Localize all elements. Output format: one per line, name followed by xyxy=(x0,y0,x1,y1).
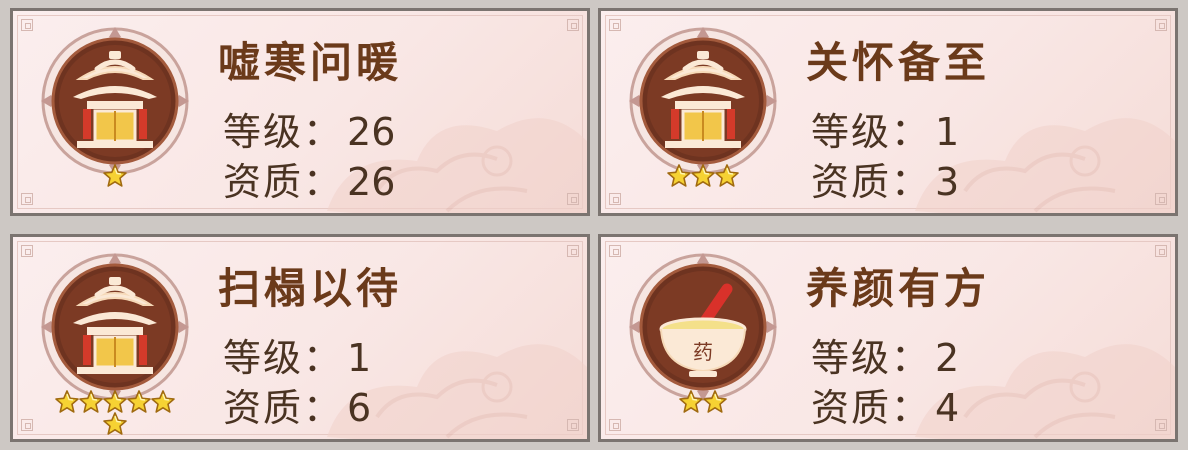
corner-ornament-icon xyxy=(21,193,33,205)
separator: ： xyxy=(303,110,342,154)
star-rating xyxy=(35,411,195,439)
level-row: 等级： 1 xyxy=(223,327,371,382)
corner-ornament-icon xyxy=(609,245,621,257)
quality-value: 6 xyxy=(347,386,372,430)
corner-ornament-icon xyxy=(567,245,579,257)
quality-label: 资质 xyxy=(223,160,304,204)
medicine-bowl-icon: 药 xyxy=(623,247,783,407)
star-icon xyxy=(102,163,128,189)
quality-row: 资质： 6 xyxy=(223,377,371,432)
skill-title: 养颜有方 xyxy=(806,264,991,313)
quality-row: 资质： 3 xyxy=(811,151,959,206)
skill-grid: 嘘寒问暖 等级： 26 资质： 26 关怀备至 等级： 1 资质： 3 扫榻以待 等级： 1 资质： 6 药养… xyxy=(0,0,1188,450)
level-value: 1 xyxy=(935,110,960,154)
quality-row: 资质： 4 xyxy=(811,377,959,432)
separator: ： xyxy=(891,160,930,204)
corner-ornament-icon xyxy=(1155,419,1167,431)
corner-ornament-icon xyxy=(21,419,33,431)
pavilion-icon xyxy=(35,247,195,407)
quality-value: 4 xyxy=(935,386,960,430)
star-icon xyxy=(702,389,728,415)
corner-ornament-icon xyxy=(609,193,621,205)
level-label: 等级 xyxy=(811,336,892,380)
skill-title: 扫榻以待 xyxy=(218,264,403,313)
corner-ornament-icon xyxy=(567,193,579,205)
quality-label: 资质 xyxy=(811,160,892,204)
pavilion-icon xyxy=(623,21,783,181)
corner-ornament-icon xyxy=(567,19,579,31)
corner-ornament-icon xyxy=(567,419,579,431)
star-rating xyxy=(623,163,783,192)
separator: ： xyxy=(891,386,930,430)
separator: ： xyxy=(891,336,930,380)
star-icon xyxy=(678,389,704,415)
skill-card[interactable]: 嘘寒问暖 等级： 26 资质： 26 xyxy=(10,8,590,216)
separator: ： xyxy=(891,110,930,154)
skill-title: 关怀备至 xyxy=(806,38,991,87)
skill-card[interactable]: 关怀备至 等级： 1 资质： 3 xyxy=(598,8,1178,216)
star-icon xyxy=(690,163,716,189)
corner-ornament-icon xyxy=(21,19,33,31)
star-icon xyxy=(666,163,692,189)
level-value: 1 xyxy=(347,336,372,380)
quality-label: 资质 xyxy=(811,386,892,430)
skill-card[interactable]: 扫榻以待 等级： 1 资质： 6 xyxy=(10,234,590,442)
level-label: 等级 xyxy=(223,336,304,380)
level-value: 2 xyxy=(935,336,960,380)
separator: ： xyxy=(303,386,342,430)
quality-label: 资质 xyxy=(223,386,304,430)
quality-value: 26 xyxy=(347,160,396,204)
level-row: 等级： 2 xyxy=(811,327,959,382)
level-row: 等级： 1 xyxy=(811,101,959,156)
corner-ornament-icon xyxy=(1155,19,1167,31)
corner-ornament-icon xyxy=(1155,193,1167,205)
level-row: 等级： 26 xyxy=(223,101,395,156)
quality-value: 3 xyxy=(935,160,960,204)
star-icon xyxy=(102,411,128,437)
separator: ： xyxy=(303,336,342,380)
corner-ornament-icon xyxy=(21,245,33,257)
svg-text:药: 药 xyxy=(693,340,713,364)
separator: ： xyxy=(303,160,342,204)
pavilion-icon xyxy=(35,21,195,181)
level-label: 等级 xyxy=(811,110,892,154)
star-rating xyxy=(35,163,195,192)
quality-row: 资质： 26 xyxy=(223,151,395,206)
level-value: 26 xyxy=(347,110,396,154)
level-label: 等级 xyxy=(223,110,304,154)
corner-ornament-icon xyxy=(609,419,621,431)
skill-title: 嘘寒问暖 xyxy=(218,38,403,87)
star-icon xyxy=(714,163,740,189)
corner-ornament-icon xyxy=(1155,245,1167,257)
star-rating xyxy=(623,389,783,418)
corner-ornament-icon xyxy=(609,19,621,31)
skill-card[interactable]: 药养颜有方 等级： 2 资质： 4 xyxy=(598,234,1178,442)
